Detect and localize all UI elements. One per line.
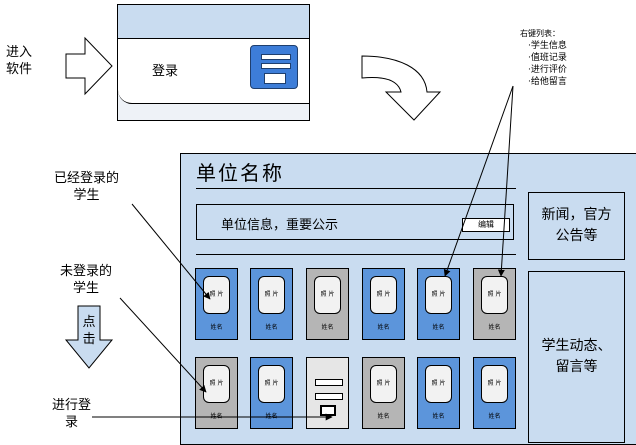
click-label-line2: 击 (82, 332, 95, 347)
click-label-line1: 点 (82, 315, 95, 330)
diagram-overlay: 点 击 (64, 36, 514, 421)
curved-flow-arrow (361, 55, 442, 121)
entry-arrow (65, 36, 113, 96)
logged-in-pointer (131, 203, 211, 300)
not-logged-in-pointer (119, 297, 207, 393)
